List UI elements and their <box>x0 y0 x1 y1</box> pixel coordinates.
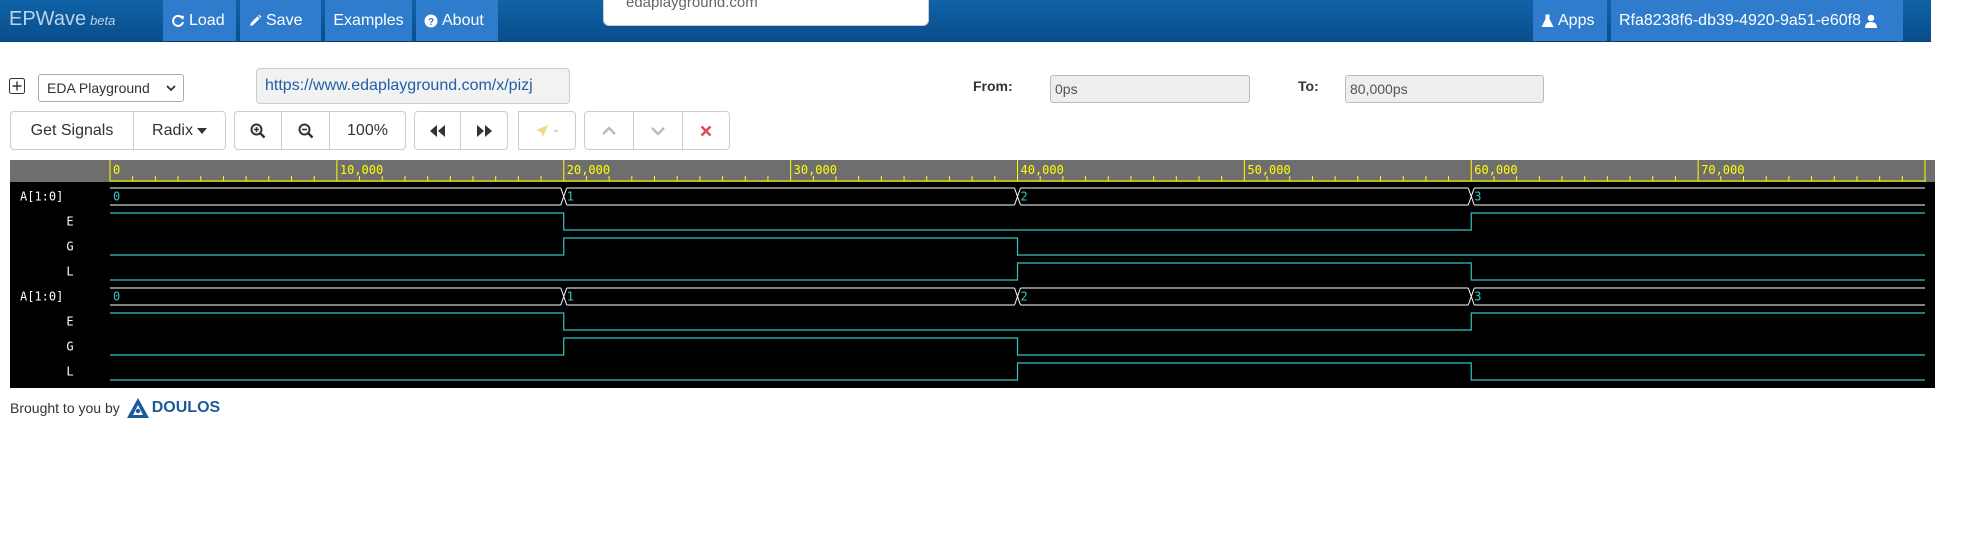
url-popup: edaplayground.com <box>603 0 929 26</box>
url-popup-text: edaplayground.com <box>626 0 758 11</box>
flask-icon <box>1541 14 1554 27</box>
timeline-tick-label: 30,000 <box>794 163 837 177</box>
signal-name: A[1:0] <box>20 290 63 304</box>
delete-signal-button[interactable] <box>682 111 730 150</box>
get-signals-button[interactable]: Get Signals <box>10 111 134 150</box>
footer-text: Brought to you by <box>10 400 120 416</box>
signal-name: G <box>66 340 73 354</box>
move-down-button[interactable] <box>633 111 683 150</box>
next-edge-button[interactable] <box>460 111 508 150</box>
from-input[interactable]: 0ps <box>1050 75 1250 103</box>
save-button[interactable]: Save <box>240 0 321 41</box>
timeline-tick-label: 0 <box>113 163 120 177</box>
zoom-level-label: 100% <box>347 121 388 139</box>
timeline-tick-label: 40,000 <box>1021 163 1064 177</box>
brand-title: EPWave <box>9 8 87 30</box>
signal-name: G <box>66 240 73 254</box>
marker-button[interactable]: - <box>518 111 576 150</box>
get-signals-label: Get Signals <box>30 121 114 139</box>
doulos-logo-text: DOULOS <box>151 399 221 416</box>
cursor-icon <box>536 124 549 137</box>
refresh-icon <box>172 14 184 27</box>
user-icon <box>1864 14 1877 28</box>
zoom-in-button[interactable] <box>234 111 282 150</box>
previous-edge-button[interactable] <box>414 111 461 150</box>
close-icon <box>700 125 712 136</box>
fast-backward-icon <box>429 124 445 137</box>
apps-button[interactable]: Apps <box>1533 0 1607 41</box>
footer: Brought to you by DOULOS <box>10 397 220 419</box>
timeline-tick-label: 10,000 <box>340 163 383 177</box>
url-field[interactable]: https://www.edaplayground.com/x/pizj <box>256 68 570 104</box>
move-up-button[interactable] <box>584 111 634 150</box>
user-name: Rfa8238f6-db39-4920-9a51-e60f8 <box>1619 12 1861 29</box>
load-label: Load <box>189 12 225 29</box>
zoom-out-icon <box>298 123 313 138</box>
to-label: To: <box>1298 78 1319 94</box>
bus-value-label: 2 <box>1021 290 1028 304</box>
timeline-tick-label: 60,000 <box>1474 163 1517 177</box>
bus-value-label: 2 <box>1021 190 1028 204</box>
question-circle-icon: ? <box>424 14 438 28</box>
brand[interactable]: EPWave beta <box>9 8 115 31</box>
about-button[interactable]: ? About <box>416 0 498 41</box>
to-input[interactable]: 80,000ps <box>1345 75 1544 103</box>
save-label: Save <box>266 12 303 29</box>
signal-name: E <box>66 315 73 329</box>
plus-square-icon[interactable] <box>9 78 25 94</box>
signal-name: L <box>66 365 73 379</box>
brand-beta: beta <box>90 13 116 28</box>
navbar: EPWave beta Load Save Examples ? About Ap… <box>0 0 1931 42</box>
svg-text:?: ? <box>428 17 434 28</box>
bus-value-label: 3 <box>1474 190 1481 204</box>
from-label: From: <box>973 78 1013 94</box>
zoom-in-icon <box>250 123 266 138</box>
signal-name: E <box>66 215 73 229</box>
source-select[interactable]: EDA Playground <box>38 74 184 102</box>
timeline-tick-label: 70,000 <box>1701 163 1744 177</box>
fast-forward-icon <box>477 124 492 137</box>
signal-name: A[1:0] <box>20 190 63 204</box>
about-label: About <box>442 12 484 29</box>
chevron-down-icon <box>651 126 665 136</box>
load-button[interactable]: Load <box>163 0 236 41</box>
timeline-tick-label: 20,000 <box>567 163 610 177</box>
waveform-background <box>10 160 1935 388</box>
bus-value-label: 0 <box>113 290 120 304</box>
timeline-tick-label: 50,000 <box>1247 163 1290 177</box>
waveform-viewer[interactable]: 0 10,000 20,000 30,000 40,000 50,000 60,000 70,… <box>10 160 1935 388</box>
examples-label: Examples <box>333 12 404 29</box>
pencil-icon <box>250 14 262 26</box>
bus-value-label: 3 <box>1474 290 1481 304</box>
marker-label: - <box>553 121 559 139</box>
radix-button[interactable]: Radix <box>133 111 226 150</box>
bus-value-label: 0 <box>113 190 120 204</box>
chevron-up-icon <box>602 125 616 135</box>
zoom-level[interactable]: 100% <box>329 111 406 150</box>
user-menu[interactable]: Rfa8238f6-db39-4920-9a51-e60f8 <box>1611 0 1903 41</box>
signal-name: L <box>66 265 73 279</box>
apps-label: Apps <box>1558 12 1595 29</box>
source-select-value: EDA Playground <box>47 80 150 96</box>
chevron-down-icon <box>166 85 176 92</box>
caret-down-icon <box>196 127 207 134</box>
bus-value-label: 1 <box>567 290 574 304</box>
radix-label: Radix <box>152 121 193 139</box>
doulos-logo[interactable]: DOULOS <box>126 397 220 419</box>
examples-button[interactable]: Examples <box>325 0 412 41</box>
doulos-logo-icon <box>126 398 149 418</box>
zoom-out-button[interactable] <box>281 111 330 150</box>
bus-value-label: 1 <box>567 190 574 204</box>
